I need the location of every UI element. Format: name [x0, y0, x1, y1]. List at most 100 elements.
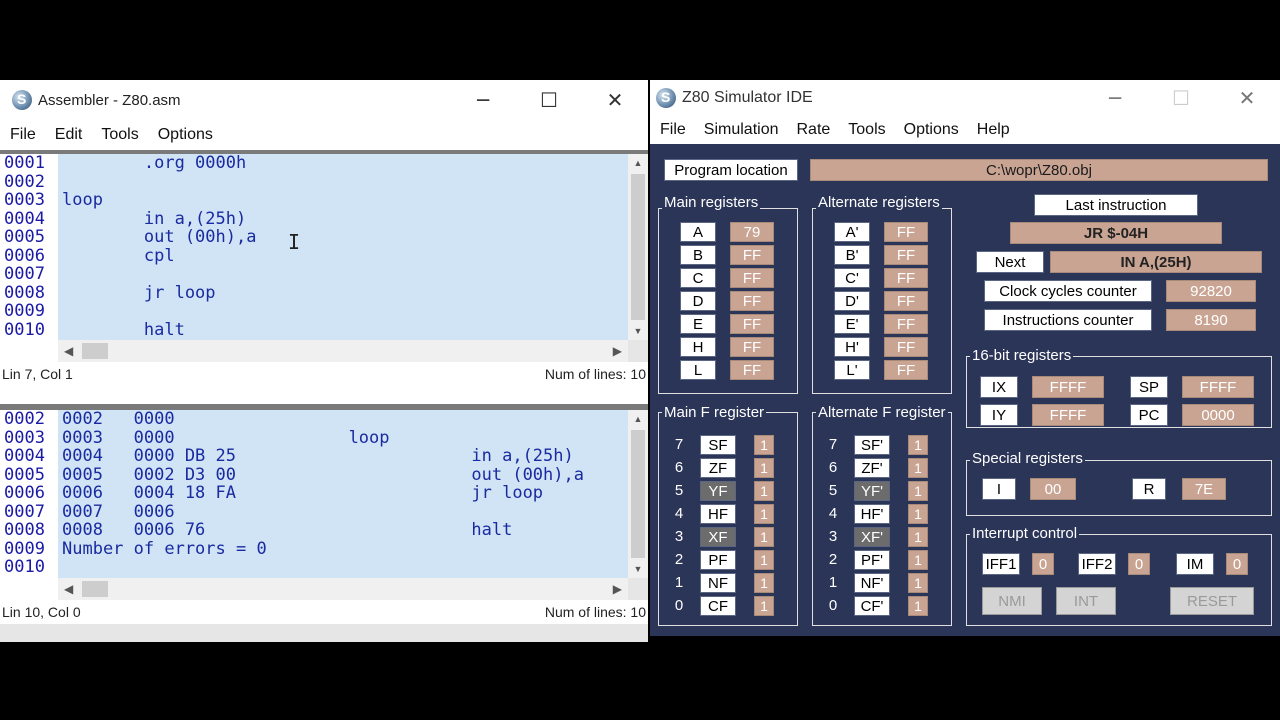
menu-item-simulation[interactable]: Simulation: [694, 121, 787, 139]
register-d-alt-button[interactable]: D': [834, 291, 870, 311]
r-register-button[interactable]: R: [1132, 478, 1166, 500]
flag-zf-button[interactable]: ZF: [700, 458, 736, 478]
code-line[interactable]: halt: [58, 320, 628, 340]
register-sp-button[interactable]: SP: [1130, 376, 1168, 398]
code-line[interactable]: Number of errors = 0: [58, 539, 628, 559]
maximize-button[interactable]: ☐: [1148, 80, 1214, 116]
register-b-alt-button[interactable]: B': [834, 245, 870, 265]
editor-vscroll[interactable]: ▲ ▼: [628, 154, 648, 340]
listing-vscroll[interactable]: ▲ ▼: [628, 410, 648, 578]
code-line[interactable]: 0003 0000 loop: [58, 428, 628, 448]
register-c-alt-button[interactable]: C': [834, 268, 870, 288]
flag-sf-button[interactable]: SF: [700, 435, 736, 455]
instructions-counter-button[interactable]: Instructions counter: [984, 309, 1152, 331]
code-line[interactable]: out (00h),a: [58, 228, 628, 247]
next-instruction-button[interactable]: Next: [976, 251, 1044, 273]
nmi-button[interactable]: NMI: [982, 587, 1042, 615]
register-c-button[interactable]: C: [680, 268, 716, 288]
flag-nf-alt-button[interactable]: NF': [854, 573, 890, 593]
code-line[interactable]: 0002 0000: [58, 410, 628, 429]
register-l-button[interactable]: L: [680, 360, 716, 380]
code-line[interactable]: 0007 0006: [58, 502, 628, 522]
register-d-button[interactable]: D: [680, 291, 716, 311]
scroll-right-icon[interactable]: ▶: [613, 344, 628, 358]
flag-sf-alt-button[interactable]: SF': [854, 435, 890, 455]
editor-hscroll-thumb[interactable]: [82, 343, 108, 359]
register-h-alt-button[interactable]: H': [834, 337, 870, 357]
menu-item-rate[interactable]: Rate: [786, 121, 838, 139]
close-button[interactable]: ✕: [1214, 80, 1280, 116]
register-e-alt-button[interactable]: E': [834, 314, 870, 334]
flag-yf-button[interactable]: YF: [700, 481, 736, 501]
menu-item-file[interactable]: File: [0, 126, 45, 144]
code-line[interactable]: 0004 0000 DB 25 in a,(25h): [58, 447, 628, 466]
menu-item-edit[interactable]: Edit: [45, 126, 92, 144]
close-button[interactable]: ✕: [582, 80, 648, 120]
listing-code[interactable]: 0002 0000 0003 0000 loop 0004 0000 DB 25 i…: [58, 410, 628, 578]
code-line[interactable]: .org 0000h: [58, 154, 628, 173]
scroll-right-icon[interactable]: ▶: [613, 582, 628, 596]
register-h-button[interactable]: H: [680, 337, 716, 357]
flag-xf-button[interactable]: XF: [700, 527, 736, 547]
listing-hscroll-thumb[interactable]: [82, 581, 108, 597]
minimize-button[interactable]: ─: [450, 80, 516, 120]
maximize-button[interactable]: ☐: [516, 80, 582, 120]
code-line[interactable]: cpl: [58, 246, 628, 266]
iff1-button[interactable]: IFF1: [982, 553, 1020, 575]
code-line[interactable]: 0008 0006 76 halt: [58, 521, 628, 540]
code-line[interactable]: in a,(25h): [58, 209, 628, 229]
editor-vscroll-thumb[interactable]: [631, 174, 645, 320]
menu-item-options[interactable]: Options: [894, 121, 967, 139]
editor-hscroll[interactable]: ◀ ▶: [58, 340, 628, 362]
flag-yf-alt-button[interactable]: YF': [854, 481, 890, 501]
flag-zf-alt-button[interactable]: ZF': [854, 458, 890, 478]
register-a-button[interactable]: A: [680, 222, 716, 242]
code-line[interactable]: [58, 173, 628, 192]
code-line[interactable]: loop: [58, 191, 628, 210]
flag-cf-button[interactable]: CF: [700, 596, 736, 616]
im-button[interactable]: IM: [1176, 553, 1214, 575]
flag-xf-alt-button[interactable]: XF': [854, 527, 890, 547]
listing-vscroll-thumb[interactable]: [631, 430, 645, 558]
register-e-button[interactable]: E: [680, 314, 716, 334]
register-ix-button[interactable]: IX: [980, 376, 1018, 398]
register-l-alt-button[interactable]: L': [834, 360, 870, 380]
code-line[interactable]: [58, 302, 628, 321]
listing-hscroll[interactable]: ◀ ▶: [58, 578, 628, 600]
reset-button[interactable]: RESET: [1170, 587, 1254, 615]
menu-item-options[interactable]: Options: [148, 126, 222, 144]
scroll-down-icon[interactable]: ▼: [628, 560, 648, 578]
code-line[interactable]: [58, 265, 628, 284]
minimize-button[interactable]: ─: [1082, 80, 1148, 116]
flag-pf-button[interactable]: PF: [700, 550, 736, 570]
register-b-button[interactable]: B: [680, 245, 716, 265]
program-location-button[interactable]: Program location: [664, 159, 798, 181]
clock-cycles-counter-button[interactable]: Clock cycles counter: [984, 280, 1152, 302]
menu-item-help[interactable]: Help: [967, 121, 1018, 139]
flag-pf-alt-button[interactable]: PF': [854, 550, 890, 570]
scroll-up-icon[interactable]: ▲: [628, 154, 648, 172]
iff2-button[interactable]: IFF2: [1078, 553, 1116, 575]
last-instruction-button[interactable]: Last instruction: [1034, 194, 1198, 216]
register-a-alt-button[interactable]: A': [834, 222, 870, 242]
register-iy-button[interactable]: IY: [980, 404, 1018, 426]
flag-cf-alt-button[interactable]: CF': [854, 596, 890, 616]
code-line[interactable]: 0005 0002 D3 00 out (00h),a: [58, 465, 628, 485]
code-line[interactable]: 0006 0004 18 FA jr loop: [58, 484, 628, 503]
flag-hf-alt-button[interactable]: HF': [854, 504, 890, 524]
scroll-left-icon[interactable]: ◀: [58, 582, 73, 596]
flag-nf-button[interactable]: NF: [700, 573, 736, 593]
assembler-titlebar[interactable]: Assembler - Z80.asm ─ ☐ ✕: [0, 80, 648, 120]
scroll-left-icon[interactable]: ◀: [58, 344, 73, 358]
menu-item-file[interactable]: File: [650, 121, 694, 139]
int-button[interactable]: INT: [1056, 587, 1116, 615]
code-line[interactable]: jr loop: [58, 283, 628, 303]
code-line[interactable]: [58, 558, 628, 577]
flag-hf-button[interactable]: HF: [700, 504, 736, 524]
scroll-up-icon[interactable]: ▲: [628, 410, 648, 428]
i-register-button[interactable]: I: [982, 478, 1016, 500]
menu-item-tools[interactable]: Tools: [838, 121, 893, 139]
editor-code[interactable]: .org 0000h loop in a,(25h) out (00h),a cp…: [58, 154, 628, 340]
simulator-titlebar[interactable]: Z80 Simulator IDE ─ ☐ ✕: [650, 80, 1280, 116]
scroll-down-icon[interactable]: ▼: [628, 322, 648, 340]
